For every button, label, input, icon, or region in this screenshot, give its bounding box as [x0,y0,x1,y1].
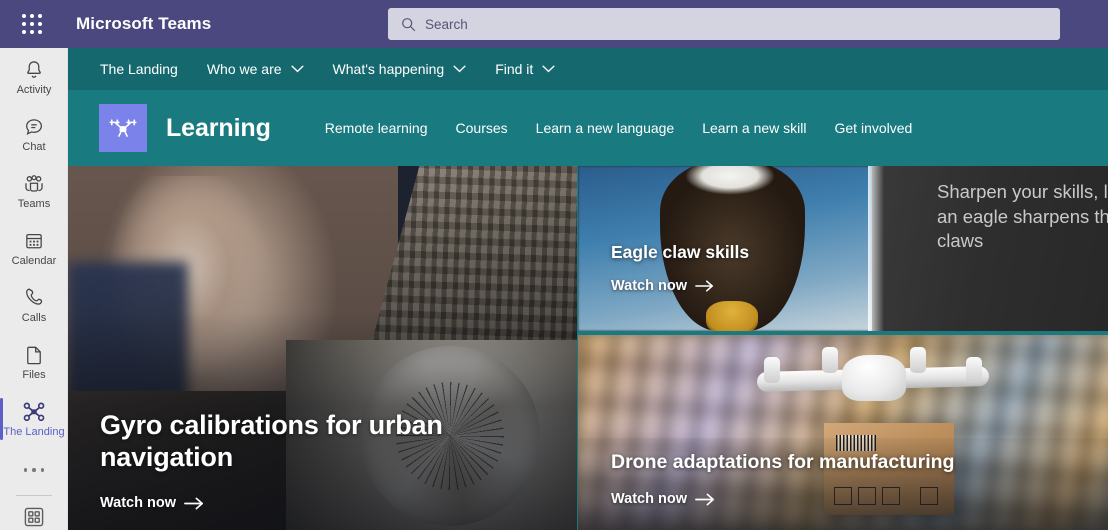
bell-icon [23,58,45,82]
eagle-card-quote: Sharpen your skills, like an eagle sharp… [937,181,1108,252]
site-nav-learn-a-new-skill[interactable]: Learn a new skill [702,120,806,136]
site-nav-courses[interactable]: Courses [456,120,508,136]
drone-card-title: Drone adaptations for manufacturing [611,451,955,473]
arrow-right-icon [184,497,203,509]
site-logo-drone-icon[interactable] [99,104,147,152]
sidebar-item-chat[interactable]: Chat [0,105,68,162]
watch-now-label: Watch now [100,495,176,511]
nav-item-label: Who we are [206,61,282,77]
sidebar-item-label: Chat [22,140,46,153]
nav-item-who-we-are[interactable]: Who we are [207,61,304,77]
card-eagle-claw-skills[interactable]: Sharpen your skills, like an eagle sharp… [578,166,1108,331]
site-nav-remote-learning[interactable]: Remote learning [325,120,428,136]
teams-app-window: Microsoft Teams Search Activity Chat Tea… [0,0,1108,530]
sidebar-item-label: Files [22,368,46,381]
chevron-down-icon [291,65,304,73]
file-icon [23,343,45,367]
app-launcher-icon[interactable] [12,0,52,48]
drone-watch-now-link[interactable]: Watch now [611,491,715,507]
chat-bubble-icon [23,115,45,139]
calendar-icon [23,229,45,253]
nav-item-label: The Landing [100,61,178,77]
sidebar-item-the-landing[interactable]: The Landing [0,390,68,447]
drone-icon [22,400,46,424]
phone-icon [23,286,45,310]
hero-watch-now-link[interactable]: Watch now [100,495,204,511]
apps-grid-icon[interactable] [0,496,68,530]
site-header: Learning Remote learning Courses Learn a… [68,90,1108,166]
drone-card-copy: Drone adaptations for manufacturing Watc… [611,451,954,508]
left-rail: Activity Chat Teams Calendar Calls Files… [0,48,68,530]
app-title: Microsoft Teams [76,14,212,33]
watch-now-label: Watch now [611,278,687,294]
nav-item-label: Find it [495,61,534,77]
sidebar-item-label: Teams [17,197,51,210]
eagle-watch-now-link[interactable]: Watch now [611,278,714,294]
search-icon [402,17,416,31]
hero-card-gyro-calibrations[interactable]: Gyro calibrations for urban navigation W… [68,166,577,530]
site-nav-bar: The Landing Who we are What's happening … [68,48,1108,90]
nav-item-label: What's happening [332,61,445,77]
nav-item-whats-happening[interactable]: What's happening [333,61,467,77]
drone-photo-quadcopter [756,339,990,435]
sidebar-item-label: Calls [21,311,47,324]
sidebar-item-label: The Landing [3,425,65,438]
chevron-down-icon [453,65,466,73]
top-bar: Microsoft Teams Search [0,0,1108,48]
watch-now-label: Watch now [611,491,687,507]
sidebar-item-label: Calendar [11,254,57,267]
hero-card-copy: Gyro calibrations for urban navigation W… [100,410,551,512]
sidebar-item-calls[interactable]: Calls [0,276,68,333]
hero-card-title: Gyro calibrations for urban navigation [100,410,443,472]
arrow-right-icon [695,493,714,505]
eagle-card-title: Eagle claw skills [611,242,750,262]
sidebar-item-calendar[interactable]: Calendar [0,219,68,276]
site-nav-get-involved[interactable]: Get involved [835,120,913,136]
sidebar-item-files[interactable]: Files [0,333,68,390]
nav-item-find-it[interactable]: Find it [495,61,555,77]
site-header-nav: Remote learning Courses Learn a new lang… [325,120,913,136]
ellipsis-icon[interactable] [0,447,68,493]
sidebar-item-activity[interactable]: Activity [0,48,68,105]
teams-people-icon [22,172,46,196]
sidebar-item-teams[interactable]: Teams [0,162,68,219]
sidebar-item-label: Activity [16,83,52,96]
search-placeholder: Search [425,16,468,32]
site-nav-learn-a-new-language[interactable]: Learn a new language [536,120,675,136]
site-title: Learning [166,113,271,142]
arrow-right-icon [695,280,713,292]
eagle-card-copy: Eagle claw skills Watch now [611,242,749,295]
nav-item-the-landing[interactable]: The Landing [100,61,178,77]
search-bar[interactable]: Search [388,8,1060,40]
content-area: Gyro calibrations for urban navigation W… [68,166,1108,530]
card-drone-adaptations[interactable]: Drone adaptations for manufacturing Watc… [578,335,1108,530]
chevron-down-icon [542,65,555,73]
